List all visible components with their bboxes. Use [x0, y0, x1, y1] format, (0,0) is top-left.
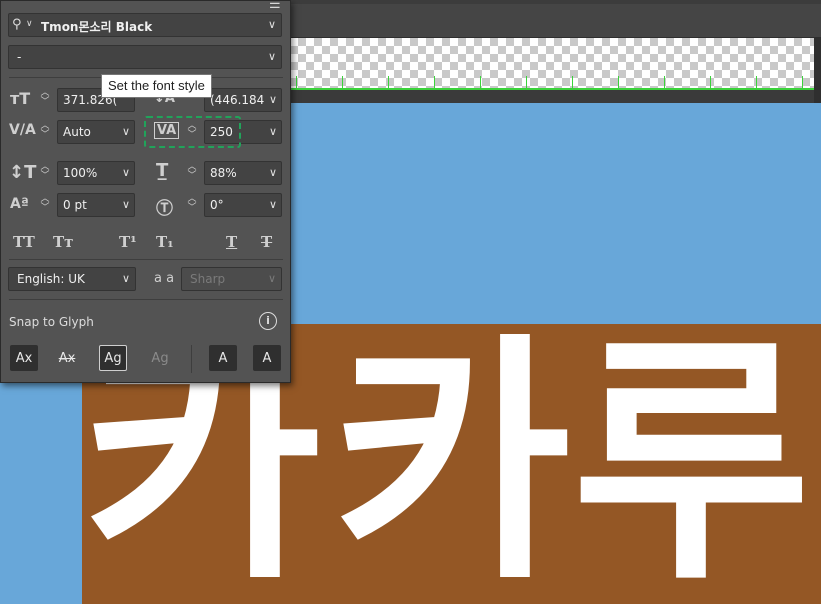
info-icon[interactable]: i [259, 312, 277, 330]
baseline-stepper[interactable]: ︿ ﹀ [39, 195, 51, 213]
subscript-button[interactable]: T₁ [156, 233, 174, 251]
chevron-down-icon[interactable]: ∨ [26, 19, 33, 29]
rotation-value: 0° [210, 198, 224, 212]
font-size-icon: ᴛT [10, 89, 31, 108]
kerning-value: Auto [63, 125, 91, 139]
transparent-canvas-area [290, 38, 821, 94]
document-tab-strip [290, 4, 821, 38]
guide-tick [434, 76, 435, 88]
rotation-stepper[interactable]: ︿ ﹀ [186, 195, 198, 213]
baseline-shift-dropdown[interactable]: 0 pt ∨ [57, 193, 135, 217]
baseline-shift-value: 0 pt [63, 198, 87, 212]
vertical-scale-dropdown[interactable]: 100% ∨ [57, 161, 135, 185]
chevron-down-icon[interactable]: ∨ [122, 272, 130, 285]
search-icon[interactable]: ⚲ [12, 17, 22, 32]
snap-baseline-button[interactable]: Ax [10, 345, 38, 371]
chevron-down-icon: ∨ [267, 272, 276, 285]
all-caps-button[interactable]: TT [13, 233, 35, 251]
panel-menu-icon[interactable]: ☰ [269, 0, 281, 12]
font-style-tooltip: Set the font style [101, 74, 212, 98]
guide-tick [572, 76, 573, 88]
chevron-down-icon[interactable]: ∨ [268, 18, 276, 31]
kerning-stepper[interactable]: ︿ ﹀ [39, 122, 51, 140]
chevron-down-icon[interactable]: ∨ [268, 50, 276, 63]
baseline-shift-icon: Aª [10, 196, 29, 212]
vertical-scale-value: 100% [63, 166, 98, 180]
chevron-down-icon[interactable]: ∨ [122, 125, 130, 138]
guide-tick [802, 76, 803, 88]
font-family-value: Tmon몬소리 Black [41, 20, 153, 34]
glyph-ru[interactable]: 루 [572, 334, 811, 594]
horizontal-scale-dropdown[interactable]: 88% ∨ [204, 161, 282, 185]
guide-tick [388, 76, 389, 88]
language-value: English: UK [17, 272, 85, 286]
rotation-dropdown[interactable]: 0° ∨ [204, 193, 282, 217]
guide-tick [296, 76, 297, 88]
guide-tick [618, 76, 619, 88]
guide-tick [526, 76, 527, 88]
small-caps-button[interactable]: Tт [53, 233, 73, 251]
vertical-scale-icon: ↕T [9, 162, 37, 183]
chevron-down-icon[interactable]: ∨ [122, 166, 130, 179]
tracking-highlight [144, 116, 241, 148]
guide-tick [480, 76, 481, 88]
underline-button[interactable]: T [226, 233, 237, 251]
leading-value: (446.184 [210, 93, 265, 107]
superscript-button[interactable]: T¹ [119, 233, 137, 251]
chevron-down-icon[interactable]: ∨ [269, 166, 277, 179]
chevron-down-icon[interactable]: ∨ [269, 93, 277, 106]
canvas-edge [290, 90, 821, 103]
snap-to-glyph-label: Snap to Glyph [9, 315, 94, 329]
snap-proximity-button[interactable]: Ag [146, 345, 174, 371]
leading-field[interactable]: (446.184 ∨ [204, 88, 282, 112]
kerning-dropdown[interactable]: Auto ∨ [57, 120, 135, 144]
glyph-ka-2[interactable]: 카 [332, 334, 571, 594]
chevron-down-icon[interactable]: ∨ [269, 198, 277, 211]
character-rotation-icon: Ⓣ [156, 199, 173, 219]
guide-tick [710, 76, 711, 88]
divider [9, 259, 283, 260]
strikethrough-button[interactable]: T [261, 233, 272, 251]
kerning-icon: V/A [9, 122, 36, 138]
snap-glyph-bounds-button[interactable]: Ag [99, 345, 127, 371]
size-stepper[interactable]: ︿ ﹀ [39, 89, 51, 107]
font-family-dropdown[interactable]: ⚲ ∨ Tmon몬소리 Black ∨ [8, 13, 282, 37]
chevron-down-icon[interactable]: ∨ [122, 198, 130, 211]
font-style-dropdown[interactable]: - ∨ [8, 45, 282, 69]
horizontal-scale-icon: T̲ [156, 160, 169, 181]
snap-xheight-button[interactable]: Ax [53, 345, 81, 371]
horizontal-scale-value: 88% [210, 166, 237, 180]
anti-alias-icon: a a [154, 271, 175, 286]
hscale-stepper[interactable]: ︿ ﹀ [186, 163, 198, 181]
vscale-stepper[interactable]: ︿ ﹀ [39, 163, 51, 181]
font-style-value: - [17, 50, 22, 64]
guide-tick [342, 76, 343, 88]
divider [9, 299, 283, 300]
anti-alias-dropdown: Sharp ∨ [181, 267, 282, 291]
snap-angular-button[interactable]: A [209, 345, 237, 371]
snap-anchor-button[interactable]: A [253, 345, 281, 371]
anti-alias-value: Sharp [190, 272, 226, 286]
guide-tick [756, 76, 757, 88]
guide-tick [664, 76, 665, 88]
snap-divider [191, 345, 192, 373]
language-dropdown[interactable]: English: UK ∨ [8, 267, 136, 291]
canvas-edge-right [814, 38, 821, 103]
character-panel: ☰ ⚲ ∨ Tmon몬소리 Black ∨ - ∨ ᴛT ︿ ﹀ 371.826(… [0, 0, 291, 383]
chevron-down-icon[interactable]: ∨ [269, 125, 277, 138]
